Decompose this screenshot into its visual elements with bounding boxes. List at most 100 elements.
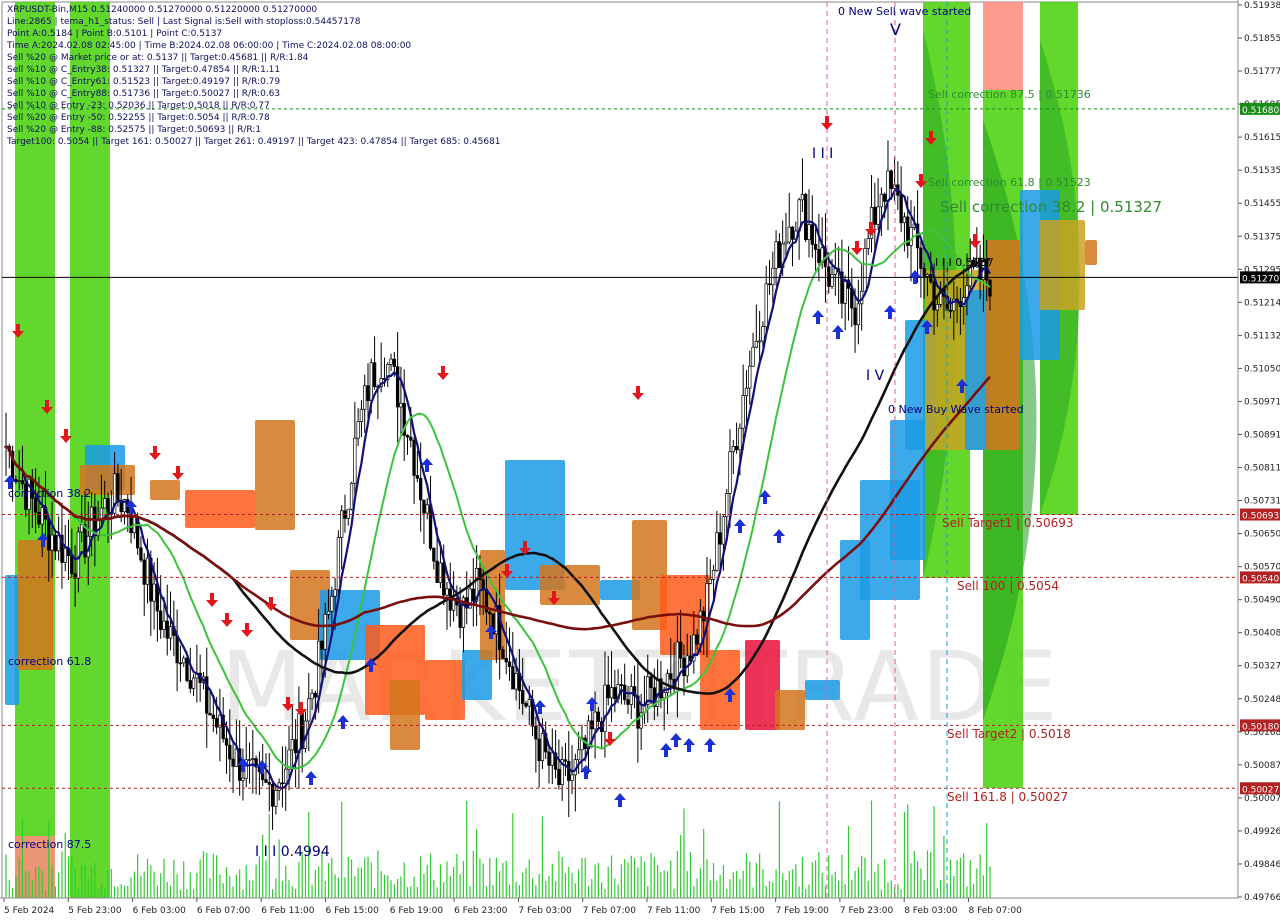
x-tick-label-15: 8 Feb 07:00 — [969, 906, 1023, 916]
candle-body-228 — [754, 340, 758, 348]
candle-body-278 — [919, 247, 923, 269]
cloud-block-32 — [1085, 240, 1097, 265]
candle-body-109 — [363, 385, 367, 410]
candle-body-171 — [567, 760, 571, 781]
candle-body-56 — [188, 680, 192, 689]
candle-body-48 — [162, 620, 166, 630]
candle-body-125 — [415, 475, 420, 479]
candle-body-202 — [669, 673, 673, 680]
candle-body-172 — [570, 774, 574, 781]
candle-body-82 — [274, 790, 278, 807]
y-tick-label-24: 0.50007 — [1244, 794, 1280, 804]
y-tick-label-16: 0.50650 — [1244, 530, 1280, 540]
candle-body-108 — [359, 408, 364, 422]
annotation-8: Sell Target2 | 0.5018 — [947, 727, 1071, 741]
candle-body-237 — [784, 241, 788, 245]
candle-body-107 — [356, 421, 360, 439]
y-tick-label-7: 0.51375 — [1244, 232, 1280, 242]
candle-body-168 — [557, 768, 561, 786]
candle-body-80 — [267, 782, 271, 785]
x-tick-label-6: 6 Feb 19:00 — [390, 906, 444, 916]
candle-body-100 — [333, 589, 337, 597]
x-tick-label-12: 7 Feb 19:00 — [776, 906, 830, 916]
candle-body-216 — [715, 532, 719, 571]
annotation-14: V — [890, 20, 901, 39]
candle-body-54 — [182, 657, 186, 664]
annotation-10: correction 38.2 — [8, 487, 91, 500]
candle-body-267 — [883, 193, 887, 202]
candle-body-94 — [313, 692, 318, 698]
candle-body-243 — [804, 194, 808, 240]
annotation-0: 0 New Sell wave started — [838, 5, 971, 18]
candle-body-98 — [326, 610, 331, 615]
y-tick-label-0: 0.51938 — [1244, 1, 1280, 11]
annotation-2: Sell correction 61.8 | 0.51523 — [928, 176, 1091, 189]
y-tick-label-6: 0.51455 — [1244, 199, 1280, 209]
cloud-block-31 — [1040, 220, 1085, 310]
candle-body-97 — [323, 614, 327, 650]
y-tick-label-2: 0.51777 — [1244, 67, 1280, 77]
annotation-5: 0 New Buy Wave started — [888, 403, 1024, 416]
candle-body-200 — [662, 692, 666, 699]
candle-body-182 — [603, 684, 607, 732]
header-line-6: Sell %10 @ C_Entry61: 0.51523 || Target:… — [7, 77, 280, 87]
candle-body-161 — [534, 725, 538, 740]
candle-body-34 — [116, 473, 120, 501]
candle-body-279 — [922, 268, 926, 277]
annotation-11: correction 61.8 — [8, 655, 91, 668]
x-tick-label-10: 7 Feb 11:00 — [647, 906, 701, 916]
candle-body-229 — [757, 340, 762, 343]
header-line-3: Time A:2024.02.08 02:45:00 | Time B:2024… — [6, 41, 411, 51]
candle-body-69 — [231, 758, 235, 767]
candle-body-99 — [330, 595, 334, 612]
candle-body-89 — [297, 713, 301, 754]
candle-body-158 — [524, 703, 528, 707]
candle-body-57 — [191, 677, 196, 689]
candle-body-18 — [63, 547, 67, 563]
y-tick-label-15: 0.50731 — [1244, 497, 1280, 507]
header-line-0: XRPUSDT-Bin,M15 0.51240000 0.51270000 0.… — [7, 5, 317, 15]
candle-body-231 — [764, 283, 768, 327]
cloud-block-21 — [775, 690, 805, 730]
x-tick-label-13: 7 Feb 23:00 — [840, 906, 894, 916]
level-tag-top-text-1: 0.51270 — [1242, 274, 1279, 284]
zone-red-top — [983, 2, 1023, 90]
candle-body-266 — [879, 193, 884, 208]
candle-body-104 — [346, 508, 350, 519]
level-tag-top-text-5: 0.50027 — [1242, 785, 1279, 795]
y-tick-label-25: 0.49926 — [1244, 827, 1280, 837]
candle-body-145 — [481, 579, 485, 590]
candle-body-106 — [353, 437, 357, 484]
candle-body-96 — [320, 640, 324, 650]
y-tick-label-20: 0.50327 — [1244, 662, 1280, 672]
cloud-block-0 — [5, 575, 19, 705]
candle-body-264 — [873, 206, 877, 225]
candle-body-4 — [17, 480, 21, 482]
candle-body-183 — [606, 684, 610, 699]
candle-body-275 — [909, 226, 913, 246]
x-tick-label-7: 6 Feb 23:00 — [454, 906, 508, 916]
candle-body-214 — [708, 578, 712, 584]
candle-body-224 — [741, 395, 745, 429]
x-tick-label-0: 5 Feb 2024 — [4, 906, 55, 916]
candle-body-206 — [682, 657, 686, 677]
candle-body-246 — [813, 243, 818, 250]
cloud-block-6 — [255, 420, 295, 530]
candle-body-64 — [214, 718, 219, 728]
candle-body-225 — [744, 387, 749, 396]
cloud-block-20 — [745, 640, 780, 730]
candle-body-11 — [40, 507, 44, 525]
candle-body-165 — [547, 751, 551, 766]
candle-body-128 — [425, 504, 429, 514]
annotation-15: I I I — [812, 146, 833, 162]
candle-body-88 — [293, 739, 298, 754]
y-tick-label-10: 0.51132 — [1244, 331, 1280, 341]
annotation-12: correction 87.5 — [8, 838, 91, 851]
candle-body-52 — [175, 635, 179, 664]
candle-body-268 — [886, 170, 890, 202]
candle-body-43 — [145, 557, 150, 585]
candle-body-283 — [935, 304, 939, 311]
candle-body-221 — [731, 446, 735, 453]
candle-body-282 — [932, 281, 936, 311]
candle-body-247 — [817, 249, 821, 263]
